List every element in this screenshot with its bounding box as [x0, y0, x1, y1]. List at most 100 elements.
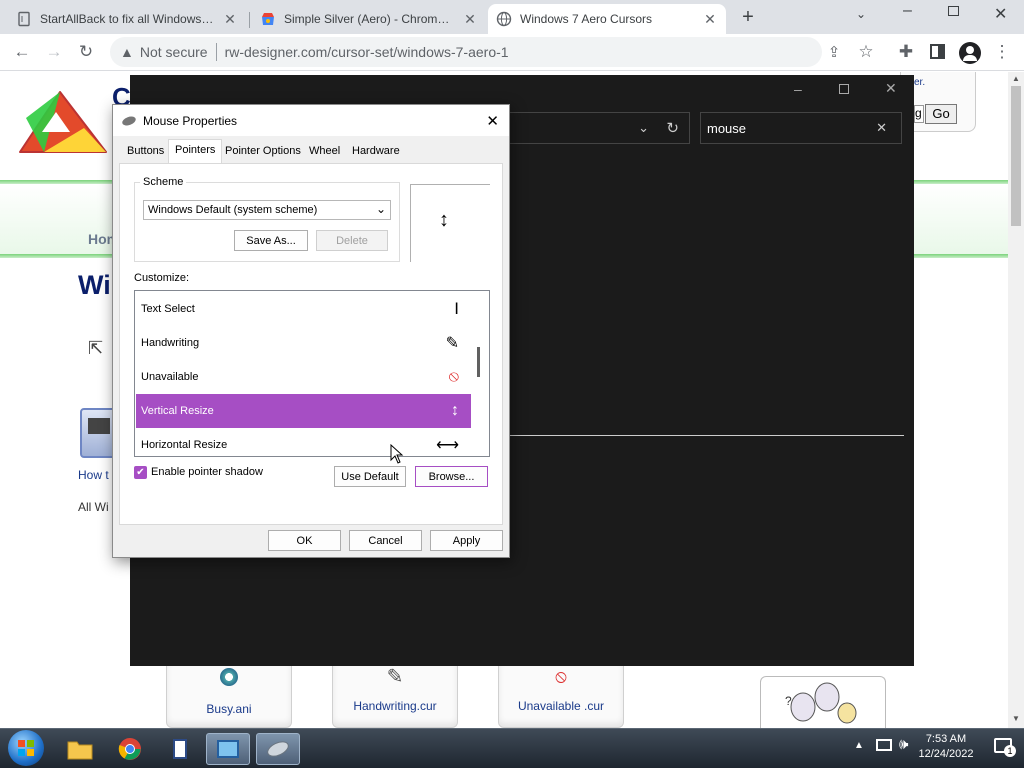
warning-triangle-icon[interactable]: ▲	[120, 44, 134, 60]
tab-wheel[interactable]: Wheel	[303, 141, 346, 163]
side-panel-icon[interactable]	[930, 44, 945, 59]
how-to-link[interactable]: How t	[78, 468, 109, 482]
go-button[interactable]: Go	[925, 104, 957, 124]
menu-kebab-icon[interactable]: ⋮	[992, 42, 1012, 62]
clear-search-icon[interactable]: ✕	[876, 120, 887, 136]
volume-icon[interactable]: 🕪	[899, 736, 908, 753]
file-thumb-unavailable[interactable]: ⦸ Unavailable .cur	[498, 666, 624, 728]
tab-close-icon[interactable]: ✕	[702, 11, 718, 28]
profile-avatar-icon[interactable]	[959, 42, 981, 64]
show-hidden-icons-icon[interactable]: ▲	[854, 740, 864, 751]
list-item-unavailable[interactable]: Unavailable ⦸	[136, 360, 471, 394]
share-icon[interactable]: ⇪	[824, 42, 844, 62]
unavailable-cursor-icon: ⦸	[448, 368, 459, 385]
use-default-button[interactable]: Use Default	[334, 466, 406, 487]
file-name[interactable]: Handwriting.cur	[333, 699, 457, 713]
cursor-list[interactable]: Text Select Ⅰ Handwriting ✎ Unavailable …	[134, 290, 490, 457]
folder-icon	[67, 741, 93, 760]
bookmark-star-icon[interactable]: ☆	[856, 42, 876, 62]
scroll-up-icon[interactable]: ▲	[1012, 74, 1020, 83]
tab-title: Simple Silver (Aero) - Chrome W	[284, 12, 456, 26]
scheme-label: Scheme	[140, 176, 187, 188]
list-item-text-select[interactable]: Text Select Ⅰ	[136, 292, 471, 326]
security-status[interactable]: Not secure	[140, 44, 208, 60]
reload-icon[interactable]: ↻	[76, 42, 96, 62]
file-thumb-busy[interactable]: Busy.ani	[166, 666, 292, 728]
arrow-cursor-icon: ⇱	[88, 338, 104, 358]
file-thumb-handwriting[interactable]: ✎ Handwriting.cur	[332, 666, 458, 728]
cursor-name[interactable]: Unavailable	[141, 371, 198, 383]
browse-button[interactable]: Browse...	[415, 466, 488, 487]
search-input[interactable]: mouse	[707, 121, 746, 136]
tab-close-icon[interactable]: ✕	[222, 11, 238, 28]
cursor-name[interactable]: Handwriting	[141, 337, 199, 349]
new-tab-button[interactable]: +	[738, 6, 758, 28]
file-name[interactable]: Unavailable .cur	[499, 699, 623, 713]
network-icon[interactable]	[876, 739, 892, 751]
notepad-button[interactable]	[158, 733, 202, 765]
file-explorer-button[interactable]	[58, 733, 102, 765]
scrollbar-thumb[interactable]	[1011, 86, 1021, 226]
notifications-icon[interactable]: 1	[994, 738, 1016, 757]
scroll-down-icon[interactable]: ▼	[1012, 714, 1020, 723]
back-arrow-icon[interactable]: ←	[12, 42, 32, 62]
control-panel-button[interactable]	[206, 733, 250, 765]
tab-startallback[interactable]: StartAllBack to fix all Windows 11 ✕	[8, 4, 246, 34]
shadow-checkbox[interactable]: ✔	[134, 466, 147, 479]
close-icon[interactable]: ✕	[885, 80, 897, 97]
delete-button[interactable]: Delete	[316, 230, 388, 251]
ok-button[interactable]: OK	[268, 530, 341, 551]
cursor-preview-card[interactable]: ?	[760, 676, 886, 728]
breadcrumb-dropdown[interactable]: ⌄ ↻	[506, 112, 690, 144]
tab-windows-7-aero[interactable]: Windows 7 Aero Cursors ✕	[488, 4, 726, 34]
cursor-name[interactable]: Text Select	[141, 303, 195, 315]
file-name[interactable]: Busy.ani	[167, 702, 291, 716]
chevron-down-icon[interactable]: ⌄	[638, 120, 649, 136]
list-item-handwriting[interactable]: Handwriting ✎	[136, 326, 471, 360]
list-item-horizontal-resize[interactable]: Horizontal Resize ⟷	[136, 428, 471, 462]
tab-buttons[interactable]: Buttons	[121, 141, 170, 163]
close-icon[interactable]: ✕	[486, 112, 499, 130]
close-window-icon[interactable]: ✕	[994, 4, 1007, 24]
tab-pointer-options[interactable]: Pointer Options	[219, 141, 307, 163]
chevron-down-icon[interactable]: ⌄	[376, 202, 386, 216]
list-item-vertical-resize[interactable]: Vertical Resize ↕	[136, 394, 471, 428]
minimize-icon[interactable]: –	[794, 81, 802, 97]
dialog-title: Mouse Properties	[143, 113, 238, 128]
apply-button[interactable]: Apply	[430, 530, 503, 551]
dialog-titlebar[interactable]: Mouse Properties ✕	[113, 105, 509, 136]
restore-icon[interactable]	[948, 6, 959, 16]
horizontal-resize-cursor-icon: ⟷	[436, 437, 459, 454]
shadow-label[interactable]: Enable pointer shadow	[151, 466, 263, 478]
url-text[interactable]: rw-designer.com/cursor-set/windows-7-aer…	[225, 44, 509, 60]
tab-pointers[interactable]: Pointers	[168, 139, 223, 163]
save-as-button[interactable]: Save As...	[234, 230, 308, 251]
cursor-name[interactable]: Horizontal Resize	[141, 439, 227, 451]
list-scrollbar-thumb[interactable]	[477, 347, 480, 377]
taskbar: ▲ 🕪 1	[0, 728, 1024, 768]
cursor-name[interactable]: Vertical Resize	[141, 405, 214, 417]
system-clock[interactable]: 7:53 AM 12/24/2022	[914, 732, 978, 762]
login-link[interactable]: er.	[914, 77, 925, 88]
address-bar[interactable]: ▲ Not secure rw-designer.com/cursor-set/…	[110, 37, 822, 67]
extensions-puzzle-icon[interactable]: ✚	[896, 42, 916, 62]
tab-title: StartAllBack to fix all Windows 11	[40, 12, 216, 26]
scheme-select[interactable]: Windows Default (system scheme) ⌄	[143, 200, 391, 220]
mouse-properties-taskbar-button[interactable]	[256, 733, 300, 765]
mouse-icon	[122, 116, 136, 125]
tab-close-icon[interactable]: ✕	[462, 11, 478, 28]
refresh-icon[interactable]: ↻	[666, 119, 679, 137]
minimize-icon[interactable]: –	[903, 2, 912, 20]
tab-search-chevron-icon[interactable]: ⌄	[856, 7, 866, 21]
start-button[interactable]	[8, 730, 44, 766]
scheme-value[interactable]: Windows Default (system scheme)	[148, 204, 317, 216]
search-input-edge[interactable]: g	[914, 105, 924, 123]
tab-simple-silver[interactable]: Simple Silver (Aero) - Chrome W ✕	[252, 4, 486, 34]
tab-hardware[interactable]: Hardware	[346, 141, 406, 163]
chrome-button[interactable]	[108, 733, 152, 765]
maximize-icon[interactable]	[839, 84, 849, 94]
cancel-button[interactable]: Cancel	[349, 530, 422, 551]
search-box[interactable]: mouse ✕	[700, 112, 902, 144]
forward-arrow-icon[interactable]: →	[44, 42, 64, 62]
tab-title: Windows 7 Aero Cursors	[520, 12, 653, 26]
